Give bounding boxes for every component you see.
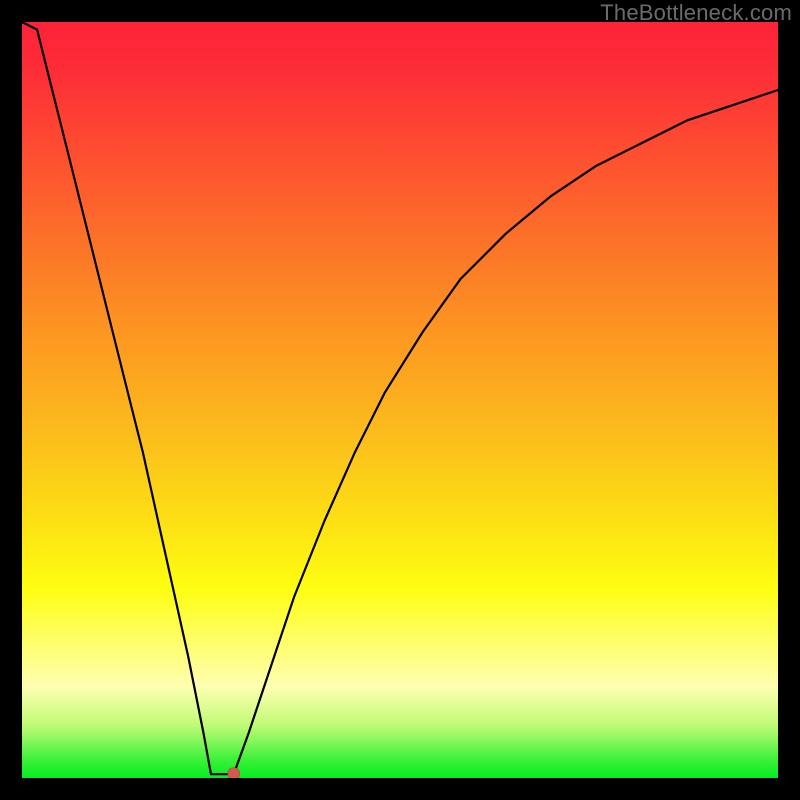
chart-container: TheBottleneck.com [0,0,800,800]
watermark-text: TheBottleneck.com [600,0,792,26]
curve-layer [22,22,778,778]
plot-area [22,22,778,778]
optimal-point-marker [228,768,240,779]
bottleneck-curve [22,22,778,774]
